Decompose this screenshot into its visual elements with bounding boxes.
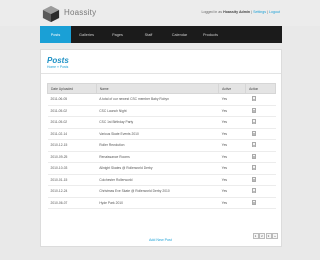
column-header-date[interactable]: Date Uploaded — [47, 83, 97, 94]
nav-posts[interactable]: Posts — [40, 26, 71, 43]
nav-calendar[interactable]: Calendar — [164, 26, 195, 43]
cell-name: Roller Revolution — [96, 139, 219, 152]
cell-name: Colchester Rollerworld — [96, 174, 219, 186]
cell-date: 2011-02-14 — [47, 128, 97, 140]
edit-document-icon[interactable] — [251, 165, 256, 171]
table-row: 2010-01-15 Colchester Rollerworld Yes — [47, 174, 276, 186]
user-bar: Logged in as Hoassity Admin | Settings |… — [202, 10, 281, 14]
table-row: 2010-09-25 Renaissance Rooms Yes — [47, 151, 276, 163]
cell-name: Hyde Park 2010 — [96, 197, 219, 209]
cube-logo-icon — [42, 5, 60, 23]
cell-active: Yes — [218, 185, 246, 198]
table-row: 2011-02-14 Various Skate Events 2010 Yes — [47, 128, 276, 140]
cell-name: CSC 1st Birthday Party — [96, 116, 219, 129]
cell-date: 2010-12-15 — [47, 139, 97, 152]
edit-document-icon[interactable] — [251, 188, 256, 194]
edit-document-icon[interactable] — [251, 119, 256, 125]
table-row: 2010-10-03 Allnight Skates @ Rollerworld… — [47, 162, 276, 175]
cell-active: Yes — [218, 93, 246, 106]
nav-galleries[interactable]: Galleries — [71, 26, 102, 43]
cell-date: 2011-05-02 — [47, 116, 97, 129]
edit-document-icon[interactable] — [251, 142, 256, 148]
cell-date: 2010-09-25 — [47, 151, 97, 163]
cell-active: Yes — [218, 174, 246, 186]
edit-document-icon[interactable] — [251, 107, 256, 113]
edit-document-icon[interactable] — [251, 130, 256, 136]
next-page-button[interactable]: » — [272, 233, 278, 239]
user-name: Hoassity Admin — [223, 10, 251, 14]
logout-link[interactable]: Logout — [269, 10, 280, 14]
cell-name: A total of our newest CSC member Baby Ro… — [96, 93, 219, 106]
page-1-button[interactable]: 1 — [252, 233, 259, 239]
table-header-row: Date Uploaded Name Active Action — [47, 83, 276, 94]
cell-action — [245, 162, 276, 175]
cell-date: 2010-06-07 — [47, 197, 97, 209]
cell-active: Yes — [218, 116, 246, 129]
page-3-button[interactable]: 3 — [265, 233, 272, 239]
nav-products[interactable]: Products — [195, 26, 226, 43]
separator: | — [267, 10, 268, 14]
logged-in-label: Logged in as — [201, 10, 223, 14]
cell-action — [245, 116, 276, 129]
cell-name: Allnight Skates @ Rollerworld Derby — [96, 162, 219, 175]
cell-active: Yes — [218, 162, 246, 175]
column-header-action: Action — [245, 83, 276, 94]
nav-staff[interactable]: Staff — [133, 26, 164, 43]
cell-date: 2010-10-03 — [47, 162, 97, 175]
edit-document-icon[interactable] — [251, 176, 256, 182]
table-row: 2010-06-07 Hyde Park 2010 Yes — [47, 197, 276, 209]
edit-document-icon[interactable] — [251, 199, 256, 205]
cell-active: Yes — [218, 151, 246, 163]
edit-document-icon[interactable] — [251, 96, 256, 102]
content-panel: Posts Home » Posts Date Uploaded Name Ac… — [40, 49, 282, 247]
pagination: 1 2 3 » — [252, 233, 278, 239]
cell-date: 2011-05-02 — [47, 105, 97, 117]
column-header-name[interactable]: Name — [95, 83, 220, 94]
cell-date: 2010-12-24 — [47, 185, 97, 198]
cell-action — [245, 151, 276, 163]
logo-text: Hoassity — [64, 8, 97, 17]
main-nav: Posts Galleries Pages Staff Calendar Pro… — [40, 26, 282, 43]
settings-link[interactable]: Settings — [253, 10, 266, 14]
cell-active: Yes — [218, 197, 246, 209]
posts-table: Date Uploaded Name Active Action 2011-06… — [47, 83, 276, 209]
table-row: 2010-12-15 Roller Revolution Yes — [47, 139, 276, 152]
header-bar: Hoassity Logged in as Hoassity Admin | S… — [0, 0, 320, 26]
table-row: 2010-12-24 Christmas Eve Skate @ Rollerw… — [47, 185, 276, 198]
cell-action — [245, 139, 276, 152]
page-2-button[interactable]: 2 — [259, 233, 265, 239]
cell-date: 2010-01-15 — [47, 174, 97, 186]
divider — [41, 73, 281, 74]
separator: | — [251, 10, 253, 14]
add-new-post-link[interactable]: Add New Post — [149, 238, 172, 242]
page-title: Posts — [47, 56, 69, 65]
cell-action — [245, 185, 276, 198]
breadcrumb[interactable]: Home » Posts — [47, 65, 68, 69]
cell-action — [245, 93, 276, 106]
cell-name: CSC Launch Night — [96, 105, 219, 117]
nav-pages[interactable]: Pages — [102, 26, 133, 43]
cell-active: Yes — [218, 128, 246, 140]
cell-name: Renaissance Rooms — [96, 151, 219, 163]
cell-action — [245, 197, 276, 209]
cell-active: Yes — [218, 139, 246, 152]
edit-document-icon[interactable] — [251, 153, 256, 159]
cell-name: Christmas Eve Skate @ Rollerworld Derby … — [96, 185, 219, 198]
cell-action — [245, 174, 276, 186]
table-row: 2011-06-05 A total of our newest CSC mem… — [47, 93, 276, 106]
cell-action — [245, 128, 276, 140]
column-header-active[interactable]: Active — [218, 83, 247, 94]
cell-action — [245, 105, 276, 117]
cell-name: Various Skate Events 2010 — [96, 128, 219, 140]
cell-date: 2011-06-05 — [47, 93, 97, 106]
cell-active: Yes — [218, 105, 246, 117]
table-row: 2011-05-02 CSC Launch Night Yes — [47, 105, 276, 117]
table-row: 2011-05-02 CSC 1st Birthday Party Yes — [47, 116, 276, 129]
